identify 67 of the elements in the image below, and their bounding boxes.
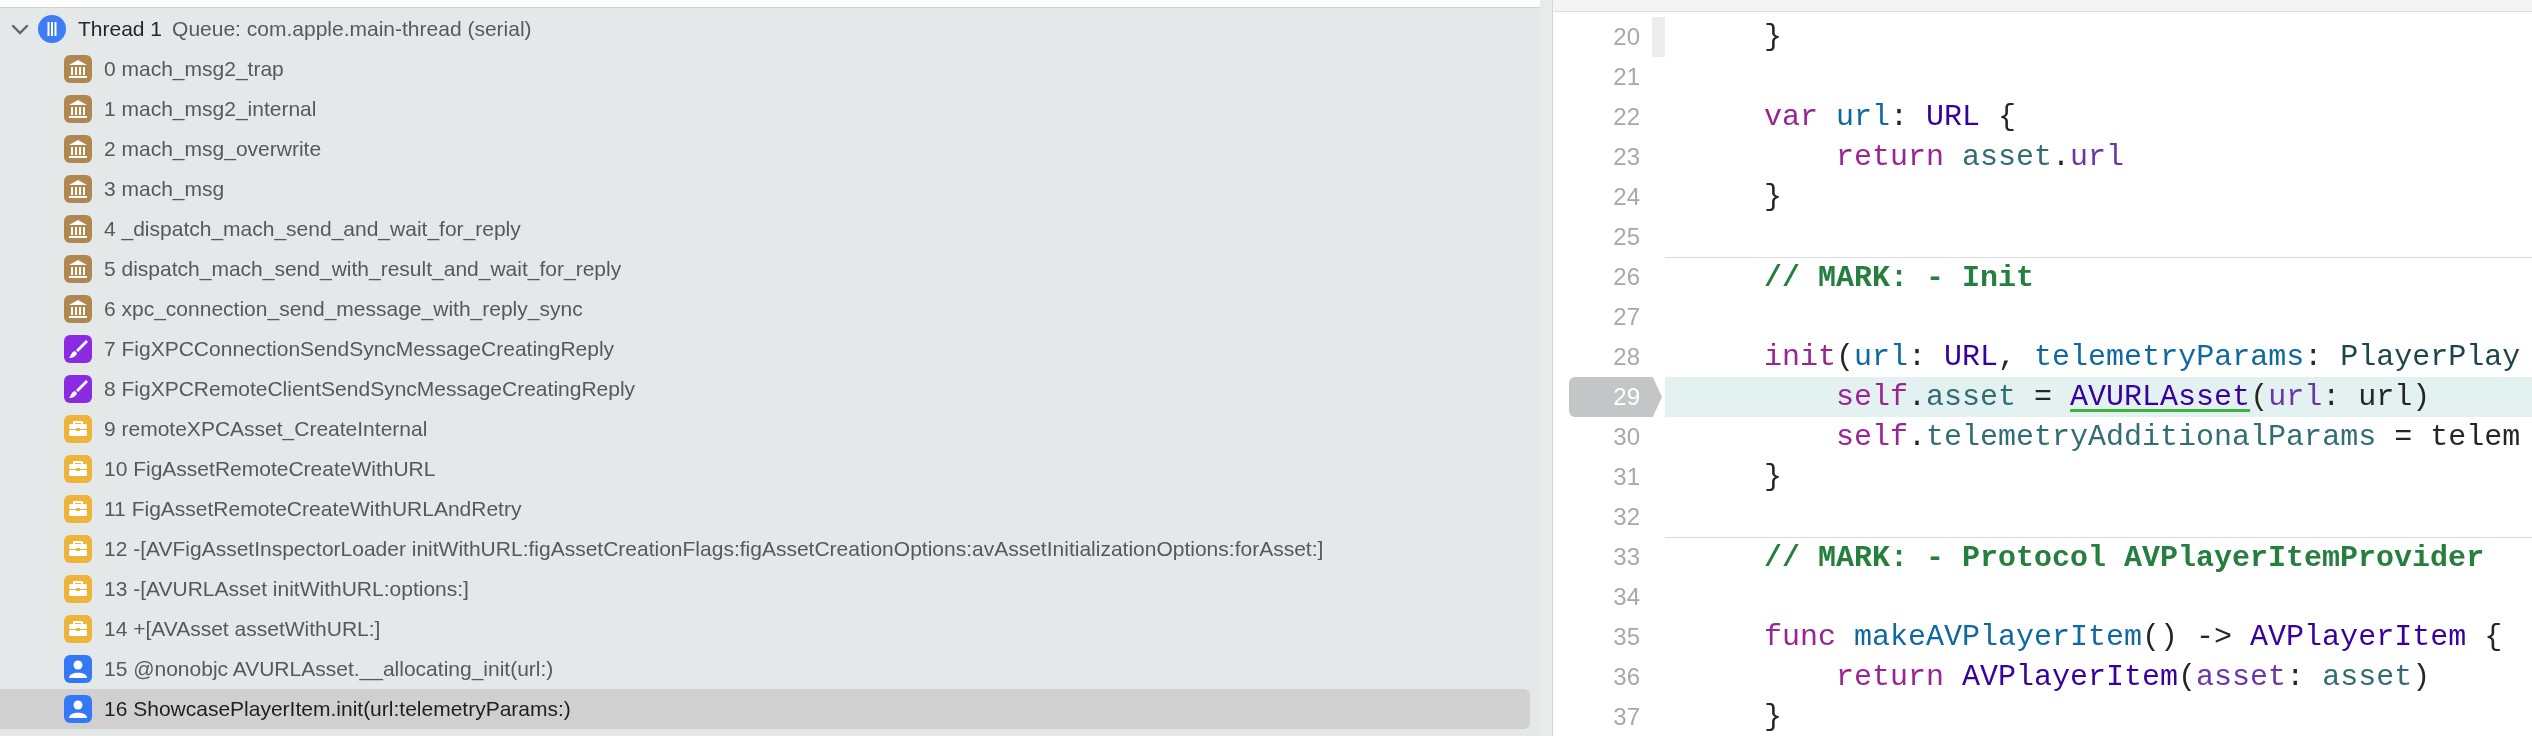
building-icon	[64, 215, 92, 243]
code-line: return asset.url	[1835, 139, 2126, 176]
stack-frame-row[interactable]: 16 ShowcasePlayerItem.init(url:telemetryParams:)	[0, 689, 1530, 729]
stack-frame-row[interactable]: 4 _dispatch_mach_send_and_wait_for_reply	[0, 209, 1530, 249]
person-icon	[64, 695, 92, 723]
stack-frame-row[interactable]: 3 mach_msg	[0, 169, 1530, 209]
line-number: 24	[1613, 182, 1641, 212]
brush-icon	[64, 375, 92, 403]
line-number: 30	[1613, 422, 1641, 452]
thread-title: Thread 1	[78, 17, 163, 41]
stack-frame-row[interactable]: 14 +[AVAsset assetWithURL:]	[0, 609, 1530, 649]
toolbox-icon	[64, 495, 92, 523]
stack-frame-row[interactable]: 8 FigXPCRemoteClientSendSyncMessageCreatingReply	[0, 369, 1530, 409]
code-line: init(url: URL, telemetryParams: PlayerPlay	[1763, 339, 2522, 376]
building-icon	[64, 135, 92, 163]
code-line: var url: URL {	[1763, 99, 2018, 136]
stack-frame-row[interactable]: 13 -[AVURLAsset initWithURL:options:]	[0, 569, 1530, 609]
stack-frame-row[interactable]: 0 mach_msg2_trap	[0, 49, 1530, 89]
line-number: 32	[1613, 502, 1641, 532]
person-icon	[64, 655, 92, 683]
building-icon	[64, 95, 92, 123]
stack-frame-row[interactable]: 2 mach_msg_overwrite	[0, 129, 1530, 169]
toolbox-icon	[64, 535, 92, 563]
thread-icon	[38, 15, 66, 43]
stack-frame-row[interactable]: 6 xpc_connection_send_message_with_reply_sync	[0, 289, 1530, 329]
code-line: // MARK: - Protocol AVPlayerItemProvider	[1665, 537, 2532, 577]
line-number: 20	[1613, 22, 1641, 52]
toolbox-icon	[64, 455, 92, 483]
stack-frame-row[interactable]: 1 mach_msg2_internal	[0, 89, 1530, 129]
code-line: self.telemetryAdditionalParams = telem	[1835, 419, 2522, 456]
stack-frame-row[interactable]: 5 dispatch_mach_send_with_result_and_wait_for_reply	[0, 249, 1530, 289]
line-number: 26	[1613, 262, 1641, 292]
code-line: }	[1763, 19, 1783, 56]
line-number: 25	[1613, 222, 1641, 252]
line-number: 23	[1613, 142, 1641, 172]
code-line: func makeAVPlayerItem() -> AVPlayerItem {	[1763, 619, 2504, 656]
line-number: 29	[1569, 377, 1662, 417]
thread-queue: Queue: com.apple.main-thread (serial)	[172, 17, 532, 41]
building-icon	[64, 295, 92, 323]
stack-frame-row[interactable]: 9 remoteXPCAsset_CreateInternal	[0, 409, 1530, 449]
line-number: 27	[1613, 302, 1641, 332]
line-number: 21	[1613, 62, 1641, 92]
building-icon	[64, 175, 92, 203]
building-icon	[64, 255, 92, 283]
code-line: }	[1763, 179, 1783, 216]
stack-frame-row[interactable]: 7 FigXPCConnectionSendSyncMessageCreatingReply	[0, 329, 1530, 369]
line-number: 35	[1613, 622, 1641, 652]
building-icon	[64, 55, 92, 83]
line-number: 28	[1613, 342, 1641, 372]
line-number: 22	[1613, 102, 1641, 132]
line-number: 34	[1613, 582, 1641, 612]
line-number: 31	[1613, 462, 1641, 492]
code-line: }	[1763, 459, 1783, 496]
stack-frame-row[interactable]: 12 -[AVFigAssetInspectorLoader initWithURL:figAssetCreationFlags:figAssetCreationOptions:avAssetInitializationOptions:forAsset:]	[0, 529, 1530, 569]
code-line: }	[1763, 699, 1783, 736]
stack-frame-row[interactable]: 10 FigAssetRemoteCreateWithURL	[0, 449, 1530, 489]
toolbox-icon	[64, 415, 92, 443]
toolbox-icon	[64, 615, 92, 643]
code-line: return AVPlayerItem(asset: asset)	[1835, 659, 2432, 696]
stack-frame-row[interactable]: 15 @nonobjc AVURLAsset.__allocating_init(url:)	[0, 649, 1530, 689]
code-line: // MARK: - Init	[1665, 257, 2532, 297]
line-number: 33	[1613, 542, 1641, 572]
brush-icon	[64, 335, 92, 363]
line-number: 37	[1613, 702, 1641, 732]
toolbox-icon	[64, 575, 92, 603]
line-number: 36	[1613, 662, 1641, 692]
stack-frame-row[interactable]: 11 FigAssetRemoteCreateWithURLAndRetry	[0, 489, 1530, 529]
